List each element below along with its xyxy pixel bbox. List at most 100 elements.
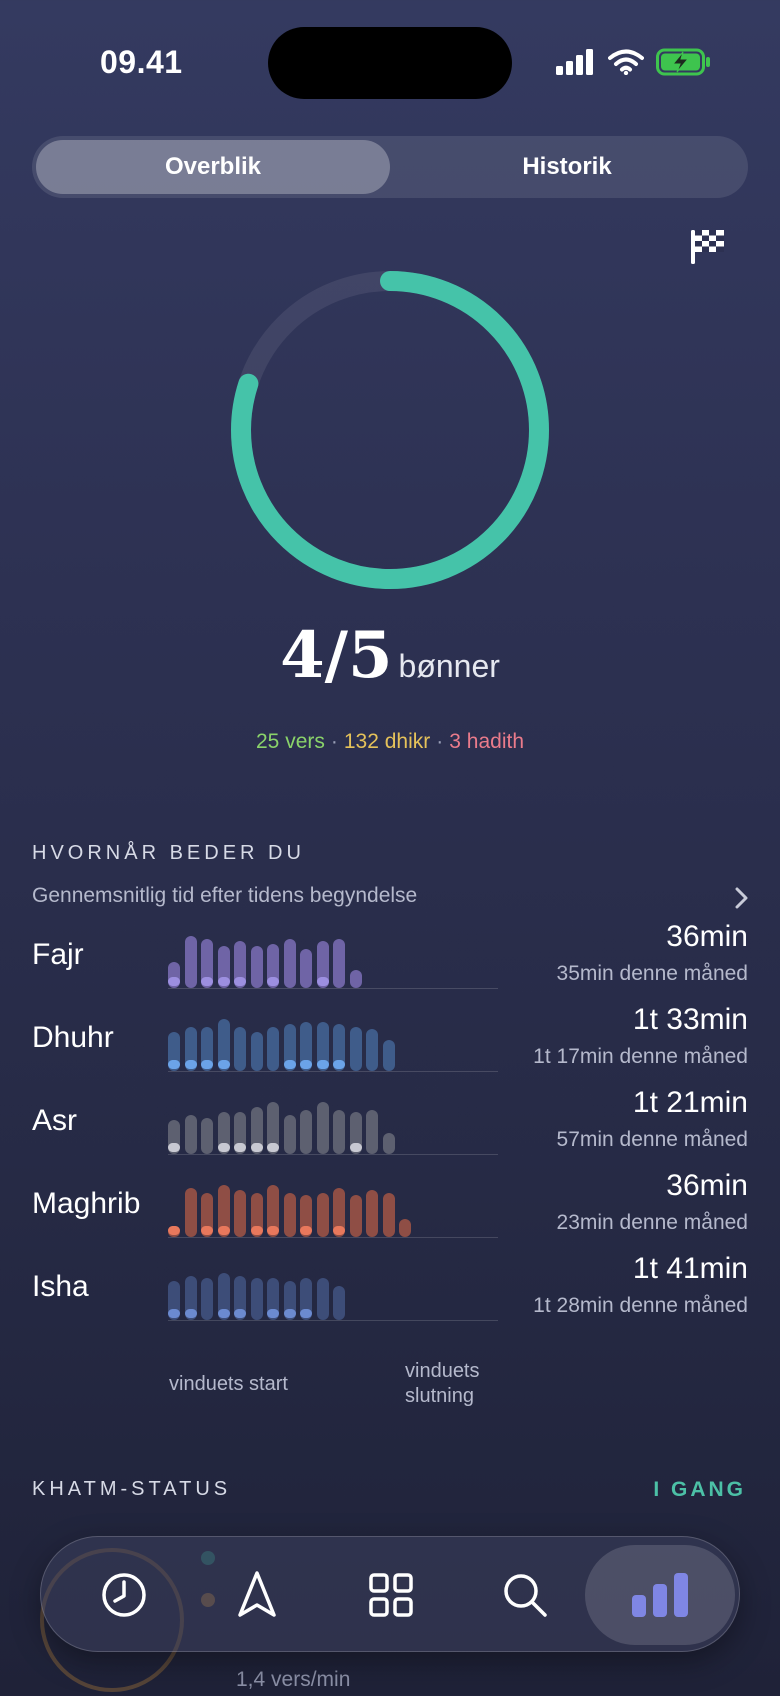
timing-dot <box>349 1143 362 1152</box>
bar-chart-icon <box>632 1573 688 1617</box>
bars-baseline <box>168 1071 498 1072</box>
prayer-timing-bars <box>168 1086 498 1154</box>
prayer-average: 1t 41min <box>632 1252 748 1285</box>
timing-bar <box>349 1195 362 1237</box>
tab-grid[interactable] <box>325 1545 457 1645</box>
timing-dot <box>184 1060 197 1069</box>
timing-dot <box>300 1226 312 1235</box>
timing-dot <box>168 977 180 986</box>
prayer-row-asr: Asr 1t 21min 57min denne måned <box>0 1086 780 1166</box>
prayer-month-average: 35min denne måned <box>556 962 748 985</box>
status-icons <box>556 48 712 76</box>
prayer-timing-bars <box>168 920 498 988</box>
tab-historik[interactable]: Historik <box>390 140 744 194</box>
dynamic-island <box>268 27 512 99</box>
timing-dot <box>217 977 230 986</box>
timing-bar <box>250 946 263 988</box>
section-title-khatm: KHATM-STATUS <box>32 1478 232 1500</box>
stat-hadith: 3 hadith <box>449 730 524 753</box>
prayer-row-dhuhr: Dhuhr 1t 33min 1t 17min denne måned <box>0 1003 780 1083</box>
timing-bar <box>382 1192 395 1237</box>
stat-separator: · <box>436 730 444 753</box>
bars-baseline <box>168 1320 498 1321</box>
wifi-icon <box>608 49 644 75</box>
timing-bar <box>201 1117 213 1154</box>
timing-dot <box>168 1309 180 1318</box>
timing-dot <box>267 1309 279 1318</box>
timing-dot <box>217 1060 230 1069</box>
tab-search[interactable] <box>459 1545 591 1645</box>
prayer-name: Fajr <box>32 938 84 971</box>
timing-dot <box>184 1309 197 1318</box>
timing-dot <box>234 977 246 986</box>
tab-stats[interactable] <box>585 1545 735 1645</box>
prayer-month-average: 57min denne måned <box>556 1128 748 1151</box>
prayer-average: 1t 33min <box>632 1003 748 1036</box>
overview-history-switch: Overblik Historik <box>32 136 748 198</box>
timing-bar <box>300 949 312 988</box>
timing-bar <box>382 1133 395 1154</box>
tab-navigate[interactable] <box>191 1545 323 1645</box>
timing-bar <box>316 1192 329 1237</box>
clock-icon <box>102 1573 146 1617</box>
cellular-signal-icon <box>556 49 593 75</box>
timing-dot <box>333 1226 345 1235</box>
timing-bar <box>234 1190 246 1237</box>
bars-baseline <box>168 988 498 989</box>
timing-bar <box>333 938 345 988</box>
bars-baseline <box>168 1237 498 1238</box>
timing-dot <box>283 1309 296 1318</box>
timing-bar <box>184 1115 197 1154</box>
timing-bar <box>184 936 197 988</box>
prayer-average: 36min <box>666 920 748 953</box>
grid-icon <box>369 1573 413 1617</box>
timing-dot <box>217 1226 230 1235</box>
timing-dot <box>250 1143 263 1152</box>
timing-dot <box>250 1226 263 1235</box>
timing-dot <box>201 1226 213 1235</box>
timing-bar <box>316 1278 329 1320</box>
search-icon <box>504 1574 547 1617</box>
prayer-count: 4/5 bønner <box>0 618 780 693</box>
chevron-right-icon[interactable] <box>732 884 752 912</box>
timing-dot <box>283 1060 296 1069</box>
timing-dot <box>168 1143 180 1152</box>
timing-dot <box>300 1309 312 1318</box>
timing-bar <box>250 1032 263 1071</box>
timing-bar <box>382 1039 395 1071</box>
prayer-row-maghrib: Maghrib 36min 23min denne måned <box>0 1169 780 1249</box>
prayer-timing-bars <box>168 1169 498 1237</box>
bottom-tab-bar <box>40 1536 740 1652</box>
timing-bar <box>267 1026 279 1071</box>
tab-overblik[interactable]: Overblik <box>36 140 390 194</box>
timing-dot <box>234 1309 246 1318</box>
prayer-month-average: 1t 17min denne måned <box>533 1045 748 1068</box>
prayer-count-value: 4/5 <box>280 618 393 693</box>
timing-dot <box>234 1143 246 1152</box>
timing-dot <box>168 1226 180 1235</box>
timing-bar <box>366 1109 378 1154</box>
checkered-flag-icon[interactable] <box>688 226 728 266</box>
status-time: 09.41 <box>100 44 183 80</box>
timing-bar <box>349 969 362 988</box>
timing-dot <box>201 977 213 986</box>
timing-dot <box>267 1226 279 1235</box>
section-title-when: HVORNÅR BEDER DU <box>32 842 305 864</box>
timing-bar <box>349 1026 362 1071</box>
prayer-month-average: 23min denne måned <box>556 1211 748 1234</box>
timing-bar <box>250 1278 263 1320</box>
prayer-name: Asr <box>32 1104 77 1137</box>
tab-clock[interactable] <box>58 1545 190 1645</box>
stat-vers: 25 vers <box>256 730 325 753</box>
prayer-name: Isha <box>32 1270 89 1303</box>
prayer-row-fajr: Fajr 36min 35min denne måned <box>0 920 780 1000</box>
prayer-average: 36min <box>666 1169 748 1202</box>
axis-end-label: vinduets slutning <box>405 1360 480 1407</box>
khatm-rate: 1,4 vers/min <box>236 1668 351 1691</box>
stat-separator: · <box>330 730 338 753</box>
section-subtitle[interactable]: Gennemsnitlig tid efter tidens begyndels… <box>32 884 417 908</box>
timing-bar <box>399 1218 411 1237</box>
timing-dot <box>217 1143 230 1152</box>
prayer-count-label: bønner <box>398 648 500 684</box>
timing-bar <box>234 1026 246 1071</box>
